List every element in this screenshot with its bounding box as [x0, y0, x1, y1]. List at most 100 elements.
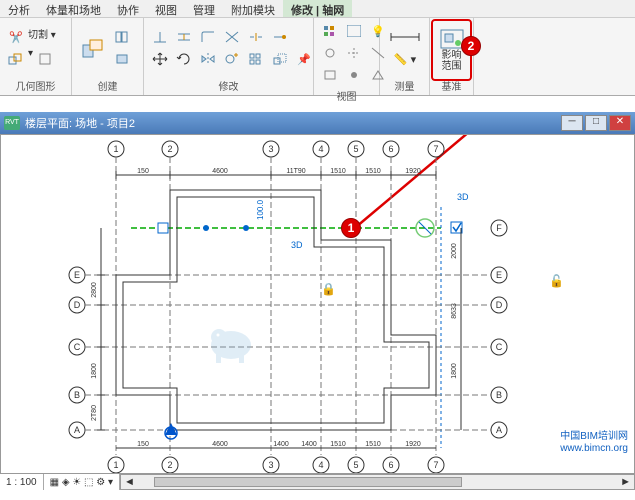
svg-text:1400: 1400 [301, 441, 317, 448]
svg-text:1: 1 [113, 460, 118, 470]
svg-text:11T90: 11T90 [286, 168, 305, 175]
svg-text:1510: 1510 [330, 441, 346, 448]
ribbon-tabs: 分析 体量和场地 协作 视图 管理 附加模块 修改 | 轴网 [0, 0, 635, 18]
join-icon[interactable] [5, 49, 27, 69]
svg-text:4: 4 [318, 460, 323, 470]
svg-text:2: 2 [167, 460, 172, 470]
svg-text:2000: 2000 [451, 243, 458, 259]
tab-modify-grid[interactable]: 修改 | 轴网 [283, 0, 352, 17]
scale-icon[interactable] [269, 49, 291, 69]
svg-text:6: 6 [388, 460, 393, 470]
svg-text:8633: 8633 [451, 303, 458, 319]
svg-text:1800: 1800 [451, 363, 458, 379]
svg-text:3D: 3D [291, 240, 303, 250]
view-btn-4[interactable] [319, 43, 341, 63]
cut-icon[interactable]: ✂️ [5, 27, 27, 47]
document-window: RVT 楼层平面: 场地 - 项目2 ─ □ ✕ 1 2 3 4 5 6 7 [0, 112, 635, 490]
modify-align-icon[interactable] [149, 27, 171, 47]
modify-corner-icon[interactable] [197, 27, 219, 47]
doc-titlebar: RVT 楼层平面: 场地 - 项目2 ─ □ ✕ [0, 112, 635, 134]
ribbon-toolbar: ✂️ 切割 ▾ ▾ 几何图形 创建 [0, 18, 635, 96]
svg-text:5: 5 [353, 460, 358, 470]
svg-text:2T80: 2T80 [91, 405, 98, 421]
modify-split-icon[interactable] [245, 27, 267, 47]
grid-3d-label-2: 3D [457, 192, 469, 202]
svg-text:3: 3 [268, 460, 273, 470]
copy-icon[interactable] [221, 49, 243, 69]
modify-offset-icon[interactable] [173, 27, 195, 47]
svg-text:A: A [74, 425, 80, 435]
svg-text:A: A [496, 425, 502, 435]
svg-text:1510: 1510 [330, 168, 346, 175]
grid-col-1: 1 [113, 144, 118, 154]
svg-text:4600: 4600 [212, 168, 228, 175]
measure-dim-icon[interactable] [385, 27, 425, 47]
zoom-control[interactable]: 1 : 100 [0, 474, 44, 490]
minimize-button[interactable]: ─ [561, 115, 583, 131]
modify-extend-icon[interactable] [269, 27, 291, 47]
watermark-text: 中国BIM培训网 www.bimcn.org [560, 431, 628, 455]
modify-trim-icon[interactable] [221, 27, 243, 47]
geom-icon[interactable] [34, 49, 56, 69]
lock-icon-1[interactable]: 🔒 [321, 282, 336, 296]
svg-text:D: D [74, 300, 81, 310]
svg-text:1510: 1510 [365, 168, 381, 175]
measure-icon[interactable]: 📏 ▾ [385, 49, 425, 69]
view-btn-1[interactable] [319, 21, 341, 41]
tab-view[interactable]: 视图 [147, 0, 185, 17]
create-icon[interactable] [76, 26, 110, 70]
doc-title: 楼层平面: 场地 - 项目2 [25, 115, 135, 131]
svg-text:1400: 1400 [273, 441, 289, 448]
tab-massing[interactable]: 体量和场地 [38, 0, 109, 17]
elevation-marker[interactable] [165, 423, 177, 439]
svg-text:B: B [74, 390, 80, 400]
view-btn-8[interactable] [343, 65, 365, 85]
svg-text:5: 5 [353, 144, 358, 154]
group-label-geom: 几何图形 [4, 76, 67, 93]
create-btn-2[interactable] [111, 49, 133, 69]
svg-text:6: 6 [388, 144, 393, 154]
rotate-icon[interactable] [173, 49, 195, 69]
svg-text:1920: 1920 [405, 168, 421, 175]
drawing-canvas[interactable]: 1 2 3 4 5 6 7 [0, 134, 635, 474]
svg-text:1510: 1510 [365, 441, 381, 448]
view-control-icons[interactable]: ▦ ◈ ☀ ⬚ ⚙ ▾ [44, 474, 120, 490]
close-button[interactable]: ✕ [609, 115, 631, 131]
svg-text:4600: 4600 [212, 441, 228, 448]
view-btn-5[interactable] [343, 43, 365, 63]
svg-text:2: 2 [167, 144, 172, 154]
svg-text:E: E [74, 270, 80, 280]
tab-collab[interactable]: 协作 [109, 0, 147, 17]
mirror-icon[interactable] [197, 49, 219, 69]
lock-icon-2[interactable]: 🔓 [549, 274, 564, 288]
tab-addin[interactable]: 附加模块 [223, 0, 283, 17]
horizontal-scrollbar[interactable]: ◄► [120, 474, 635, 490]
tab-manage[interactable]: 管理 [185, 0, 223, 17]
grid-visibility-checkbox[interactable] [451, 222, 462, 233]
svg-text:E: E [496, 270, 502, 280]
view-btn-2[interactable] [343, 21, 365, 41]
move-icon[interactable] [149, 49, 171, 69]
svg-text:100.0: 100.0 [256, 199, 265, 220]
svg-text:F: F [496, 223, 502, 233]
pin-icon[interactable]: 📌 [293, 49, 315, 69]
svg-text:7: 7 [433, 144, 438, 154]
svg-text:B: B [496, 390, 502, 400]
svg-text:C: C [74, 342, 81, 352]
group-label-modify: 修改 [148, 76, 309, 93]
svg-text:3: 3 [268, 144, 273, 154]
badge-2: 2 [461, 36, 481, 56]
array-icon[interactable] [245, 49, 267, 69]
svg-text:1800: 1800 [91, 363, 98, 379]
group-label-view: 视图 [318, 86, 375, 103]
view-btn-7[interactable] [319, 65, 341, 85]
svg-text:4: 4 [318, 144, 323, 154]
maximize-button[interactable]: □ [585, 115, 607, 131]
svg-text:1920: 1920 [405, 441, 421, 448]
create-btn-1[interactable] [111, 27, 133, 47]
elephant-watermark [201, 315, 261, 365]
svg-text:150: 150 [137, 168, 149, 175]
tab-analysis[interactable]: 分析 [0, 0, 38, 17]
badge-1: 1 [341, 218, 361, 238]
svg-text:2800: 2800 [91, 282, 98, 298]
